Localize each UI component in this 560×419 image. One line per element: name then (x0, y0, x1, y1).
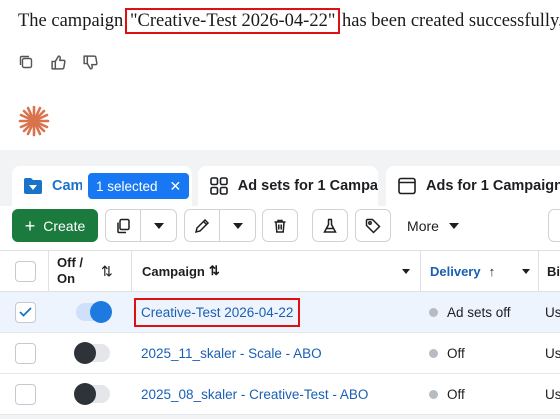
campaign-name-highlight: "Creative-Test 2026-04-22" (124, 8, 341, 34)
tab-ad-sets[interactable]: Ad sets for 1 Campa (198, 166, 378, 206)
campaign-toolbar: + Create More (0, 206, 560, 250)
delivery-status: Ad sets off (447, 304, 511, 320)
toolbar-overflow-button[interactable] (548, 209, 560, 242)
tab-ads-label: Ads for 1 Campaign (426, 178, 560, 194)
header-campaign[interactable]: Campaign (142, 264, 205, 279)
sort-icon[interactable]: ⇅ (101, 263, 113, 280)
plus-icon: + (24, 215, 36, 236)
caret-down-icon (232, 222, 243, 229)
campaign-toggle[interactable] (74, 342, 110, 364)
tab-ad-sets-label: Ad sets for 1 Campa (237, 178, 378, 194)
sort-ascending-icon[interactable]: ↑ (489, 264, 496, 279)
folder-icon (22, 175, 44, 197)
table-row[interactable]: 2025_08_skaler - Creative-Test - ABO Off… (0, 374, 560, 415)
message-actions (16, 52, 100, 72)
delivery-status-dot (429, 389, 438, 399)
campaigns-table: Off / On ⇅ Campaign ⇅ Delivery ↑ Bi Crea… (0, 250, 560, 415)
assistant-spark-icon (17, 104, 51, 138)
tab-campaigns-label: Cam (52, 178, 82, 194)
campaign-name-link[interactable]: Creative-Test 2026-04-22 (133, 297, 301, 327)
tab-ads[interactable]: Ads for 1 Campaign (386, 166, 560, 206)
header-on-off[interactable]: Off / On (57, 255, 91, 287)
bid-strategy-value: Us (545, 345, 560, 361)
delivery-status: Off (447, 386, 465, 402)
copy-icon[interactable] (16, 52, 36, 72)
row-checkbox[interactable] (15, 342, 36, 364)
delivery-status: Off (447, 345, 465, 361)
campaign-name-link[interactable]: 2025_11_skaler - Scale - ABO (141, 346, 322, 361)
duplicate-icon (117, 218, 130, 233)
delete-button[interactable] (262, 209, 298, 242)
delivery-status-dot (429, 307, 438, 317)
header-bid-strategy[interactable]: Bi (547, 264, 560, 279)
selected-count-pill[interactable]: 1 selected ✕ (88, 173, 190, 199)
campaign-name-link[interactable]: 2025_08_skaler - Creative-Test - ABO (141, 387, 368, 402)
header-delivery[interactable]: Delivery (430, 264, 481, 279)
tab-campaigns[interactable]: Cam 1 selected ✕ (12, 166, 192, 206)
campaign-toggle[interactable] (76, 301, 112, 323)
edit-dropdown-button[interactable] (220, 209, 256, 242)
pencil-icon (194, 218, 210, 233)
grid-icon (208, 175, 230, 197)
tag-icon (365, 218, 381, 234)
flask-icon (323, 218, 337, 233)
more-button-label: More (407, 217, 439, 234)
thumbs-down-icon[interactable] (80, 52, 100, 72)
column-menu-caret-icon[interactable] (522, 268, 530, 274)
select-all-checkbox[interactable] (15, 260, 36, 282)
caret-down-icon (153, 222, 164, 229)
duplicate-button[interactable] (105, 209, 141, 242)
selected-count-label: 1 selected (96, 178, 158, 194)
create-button[interactable]: + Create (12, 209, 98, 242)
trash-icon (274, 219, 286, 233)
bid-strategy-value: Us (545, 304, 560, 320)
sort-icon[interactable]: ⇅ (209, 263, 220, 279)
row-checkbox[interactable] (15, 383, 36, 405)
bid-strategy-value: Us (545, 386, 560, 402)
ab-test-button[interactable] (312, 209, 348, 242)
tags-button[interactable] (355, 209, 391, 242)
ads-manager-panel: Cam 1 selected ✕ Ad sets for 1 Campa Ads… (0, 150, 560, 419)
campaign-toggle[interactable] (74, 383, 110, 405)
delivery-status-dot (429, 348, 438, 358)
duplicate-dropdown-button[interactable] (141, 209, 177, 242)
thumbs-up-icon[interactable] (48, 52, 68, 72)
table-header: Off / On ⇅ Campaign ⇅ Delivery ↑ Bi (0, 250, 560, 292)
caret-down-icon (448, 222, 459, 229)
create-button-label: Create (43, 217, 86, 234)
clear-selection-icon[interactable]: ✕ (170, 178, 182, 195)
row-checkbox[interactable] (15, 301, 36, 323)
table-row[interactable]: Creative-Test 2026-04-22 Ad sets off Us (0, 292, 560, 333)
check-icon (19, 307, 32, 317)
table-row[interactable]: 2025_11_skaler - Scale - ABO Off Us (0, 333, 560, 374)
success-message: The campaign "Creative-Test 2026-04-22" … (18, 8, 560, 34)
more-button[interactable]: More (393, 209, 473, 242)
window-icon (396, 175, 418, 197)
message-suffix: has been created successfully. (337, 11, 560, 31)
column-menu-caret-icon[interactable] (402, 268, 410, 274)
message-prefix: The campaign (18, 11, 128, 31)
edit-button[interactable] (184, 209, 220, 242)
